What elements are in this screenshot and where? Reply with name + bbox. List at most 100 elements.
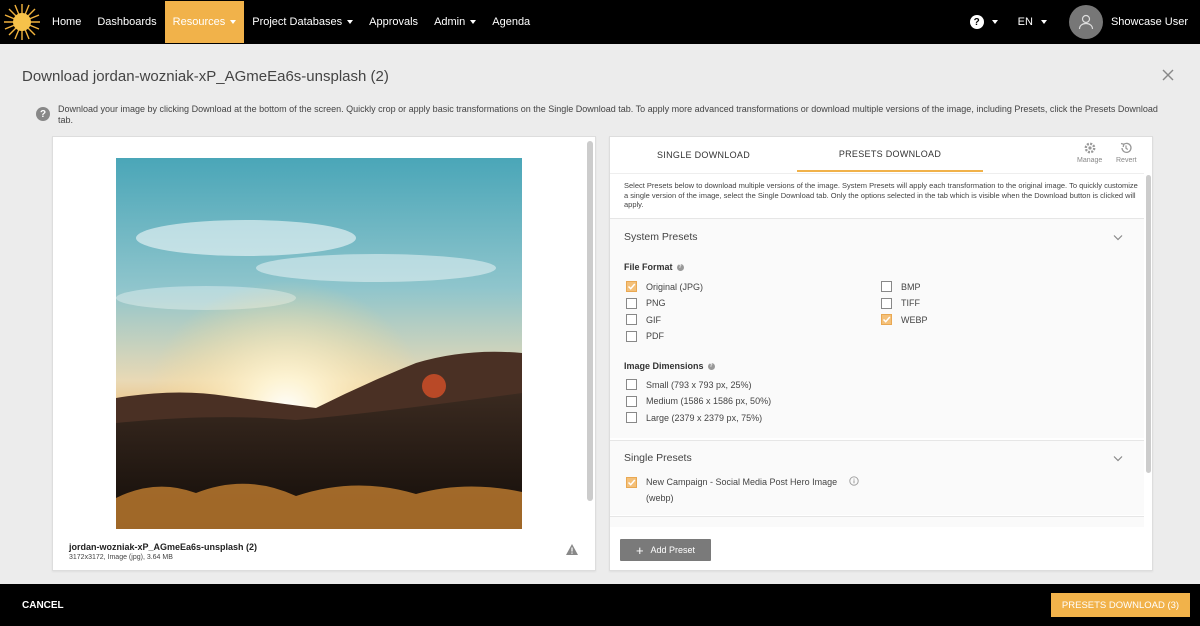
info-text: Download your image by clicking Download…: [58, 104, 1158, 125]
checkbox-box: [626, 330, 637, 342]
chevron-down-icon: [347, 20, 354, 24]
gear-icon: [1084, 142, 1096, 154]
image-file-meta: 3172x3172, Image (jpg), 3.64 MB: [69, 554, 173, 561]
add-preset-button[interactable]: + Add Preset: [620, 539, 711, 561]
file-format-text: File Format: [624, 262, 673, 272]
system-presets-header[interactable]: System Presets: [624, 231, 698, 243]
checkbox-box: [626, 379, 637, 390]
nav-item-label: Resources: [172, 16, 226, 28]
language-menu[interactable]: EN: [1010, 1, 1055, 43]
dimension-large-checkbox[interactable]: Large (2379 x 2379 px, 75%): [626, 412, 762, 423]
single-preset-format: (webp): [646, 493, 674, 503]
chevron-down-icon[interactable]: [1113, 234, 1123, 241]
info-row: ? Download your image by clicking Downlo…: [36, 104, 1176, 126]
dimension-small-label: Small (793 x 793 px, 25%): [646, 379, 752, 390]
format-png-checkbox[interactable]: PNG: [626, 297, 666, 309]
revert-button[interactable]: Revert: [1116, 141, 1137, 164]
avatar[interactable]: [1068, 5, 1103, 39]
image-preview: [116, 158, 522, 529]
presets-body: Select Presets below to download multipl…: [610, 173, 1144, 527]
manage-button[interactable]: Manage: [1077, 141, 1102, 164]
format-webp-label: WEBP: [901, 314, 928, 325]
checkbox-box: [626, 314, 637, 325]
format-gif-checkbox[interactable]: GIF: [626, 314, 661, 325]
tab-presets-download[interactable]: PRESETS DOWNLOAD: [797, 137, 983, 172]
nav-item-home[interactable]: Home: [44, 1, 89, 43]
single-preset-label: New Campaign - Social Media Post Hero Im…: [646, 477, 838, 487]
scrollbar[interactable]: [587, 141, 593, 501]
scrollbar[interactable]: [1146, 175, 1151, 473]
top-nav: Home Dashboards Resources Project Databases…: [0, 0, 1200, 44]
format-original-jpg-label: Original (JPG): [646, 281, 704, 292]
format-webp-checkbox[interactable]: WEBP: [881, 314, 928, 325]
format-png-label: PNG: [646, 298, 666, 308]
format-gif-label: GIF: [646, 314, 661, 325]
checkmark-icon: [626, 476, 637, 488]
help-icon[interactable]: ?: [707, 362, 715, 370]
nav-item-label: Home: [52, 16, 82, 28]
revert-label: Revert: [1116, 157, 1137, 164]
nav-item-admin[interactable]: Admin: [426, 1, 484, 43]
nav-item-agenda[interactable]: Agenda: [484, 1, 538, 43]
bottom-bar: CANCEL PRESETS DOWNLOAD (3): [0, 584, 1200, 626]
system-presets-section: System Presets File Format ? Original (J…: [610, 218, 1144, 438]
presets-description: Select Presets below to download multipl…: [624, 181, 1138, 209]
single-preset-checkbox[interactable]: New Campaign - Social Media Post Hero Im…: [626, 476, 859, 488]
add-preset-label: Add Preset: [650, 545, 696, 555]
tab-single-download[interactable]: SINGLE DOWNLOAD: [610, 137, 797, 172]
nav-item-project-databases[interactable]: Project Databases: [244, 1, 361, 43]
history-icon: [1121, 142, 1132, 153]
format-original-jpg-checkbox[interactable]: Original (JPG): [626, 281, 703, 292]
checkbox-box: [881, 297, 892, 309]
format-pdf-label: PDF: [646, 331, 664, 341]
nav-item-label: Approvals: [369, 16, 419, 28]
nav-item-label: Admin: [434, 16, 466, 28]
question-icon: ?: [36, 107, 50, 121]
checkbox-box: [626, 395, 637, 407]
format-tiff-checkbox[interactable]: TIFF: [881, 297, 920, 309]
chevron-down-icon: [470, 20, 477, 24]
image-file-name: jordan-wozniak-xP_AGmeEa6s-unsplash (2): [69, 542, 258, 552]
single-presets-section: Single Presets New Campaign - Social Med…: [610, 440, 1144, 515]
nav-right: ? EN Showcase User: [969, 0, 1200, 44]
cancel-button[interactable]: CANCEL: [22, 600, 64, 611]
single-presets-header[interactable]: Single Presets: [624, 452, 692, 464]
image-dimensions-label: Image Dimensions ?: [624, 361, 715, 371]
format-bmp-checkbox[interactable]: BMP: [881, 281, 921, 292]
checkmark-icon: [626, 281, 637, 292]
dimension-medium-checkbox[interactable]: Medium (1586 x 1586 px, 50%): [626, 395, 772, 407]
manage-label: Manage: [1077, 157, 1103, 164]
plus-icon: +: [635, 542, 644, 558]
nav-item-label: Agenda: [492, 16, 531, 28]
warning-icon[interactable]: [565, 543, 579, 556]
image-dimensions-text: Image Dimensions: [624, 361, 704, 371]
checkbox-box: [881, 281, 892, 292]
nav-item-resources[interactable]: Resources: [164, 1, 245, 43]
dimension-small-checkbox[interactable]: Small (793 x 793 px, 25%): [626, 379, 752, 390]
help-menu[interactable]: ?: [969, 15, 998, 29]
dimension-medium-label: Medium (1586 x 1586 px, 50%): [646, 396, 772, 406]
presets-panel: SINGLE DOWNLOAD PRESETS DOWNLOAD Manage …: [609, 136, 1153, 571]
checkmark-icon: [881, 314, 892, 325]
user-menu[interactable]: Showcase User: [1111, 1, 1200, 43]
dimension-large-label: Large (2379 x 2379 px, 75%): [646, 412, 763, 423]
format-pdf-checkbox[interactable]: PDF: [626, 330, 664, 342]
nav-menu: Home Dashboards Resources Project Databases…: [44, 0, 538, 44]
checkbox-box: [626, 412, 637, 423]
nav-item-dashboards[interactable]: Dashboards: [89, 1, 164, 43]
download-tabs: SINGLE DOWNLOAD PRESETS DOWNLOAD Manage …: [610, 137, 1152, 173]
user-icon: [1078, 14, 1094, 30]
nav-item-approvals[interactable]: Approvals: [361, 1, 426, 43]
chevron-down-icon: [1040, 20, 1047, 24]
sun-logo-icon[interactable]: [0, 0, 44, 44]
close-icon[interactable]: [1161, 68, 1175, 82]
format-tiff-label: TIFF: [901, 298, 920, 308]
help-icon[interactable]: ?: [676, 263, 684, 271]
presets-download-button[interactable]: PRESETS DOWNLOAD (3): [1051, 593, 1190, 617]
nav-item-label: Dashboards: [97, 16, 157, 28]
chevron-down-icon: [230, 20, 237, 24]
help-icon: ?: [969, 15, 984, 29]
info-icon[interactable]: [837, 476, 859, 488]
language-label: EN: [1017, 16, 1033, 28]
chevron-down-icon[interactable]: [1113, 455, 1123, 462]
